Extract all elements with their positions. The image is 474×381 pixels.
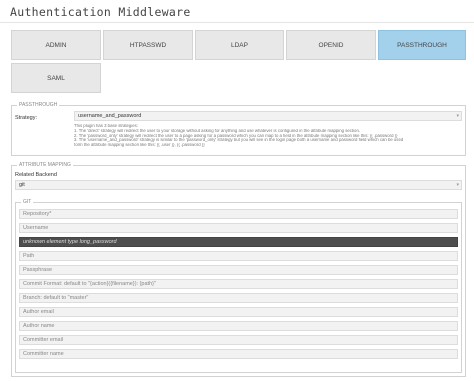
git-legend: GIT bbox=[23, 199, 32, 205]
related-backend-label: Related Backend bbox=[15, 172, 57, 178]
tab-admin[interactable]: ADMIN bbox=[11, 30, 101, 60]
tab-htpasswd[interactable]: HTPASSWD bbox=[103, 30, 193, 60]
tab-openid[interactable]: OPENID bbox=[286, 30, 376, 60]
passphrase-input[interactable]: Passphrase bbox=[19, 265, 458, 275]
tab-passthrough[interactable]: PASSTHROUGH bbox=[378, 30, 466, 60]
page-title: Authentication Middleware bbox=[10, 5, 191, 19]
commit-format-input[interactable]: Commit Format: default to "{action}({fil… bbox=[19, 279, 458, 289]
related-backend-value: git bbox=[19, 182, 25, 188]
author-email-input[interactable]: Author email bbox=[19, 307, 458, 317]
password-unknown-element: unknown element type long_password bbox=[19, 237, 458, 247]
related-backend-select[interactable]: git ▾ bbox=[15, 180, 462, 190]
chevron-down-icon: ▾ bbox=[456, 113, 459, 119]
strategy-select[interactable]: username_and_password ▾ bbox=[74, 111, 462, 121]
strategy-label: Strategy: bbox=[15, 115, 38, 121]
path-input[interactable]: Path bbox=[19, 251, 458, 261]
attribute-mapping-legend: ATTRIBUTE MAPPING bbox=[19, 162, 71, 168]
title-divider bbox=[0, 22, 474, 23]
repository-input[interactable]: Repository* bbox=[19, 209, 458, 219]
author-name-input[interactable]: Author name bbox=[19, 321, 458, 331]
chevron-down-icon: ▾ bbox=[456, 182, 459, 188]
tab-ldap[interactable]: LDAP bbox=[195, 30, 284, 60]
username-input[interactable]: Username bbox=[19, 223, 458, 233]
passthrough-legend: PASSTHROUGH bbox=[19, 102, 58, 108]
committer-name-input[interactable]: Committer name bbox=[19, 349, 458, 359]
tab-saml[interactable]: SAML bbox=[11, 63, 101, 93]
strategy-value: username_and_password bbox=[78, 113, 142, 119]
branch-input[interactable]: Branch: default to "master" bbox=[19, 293, 458, 303]
committer-email-input[interactable]: Committer email bbox=[19, 335, 458, 345]
strategy-help-text: This plugin has 3 base strategies: 1. Th… bbox=[74, 124, 404, 148]
